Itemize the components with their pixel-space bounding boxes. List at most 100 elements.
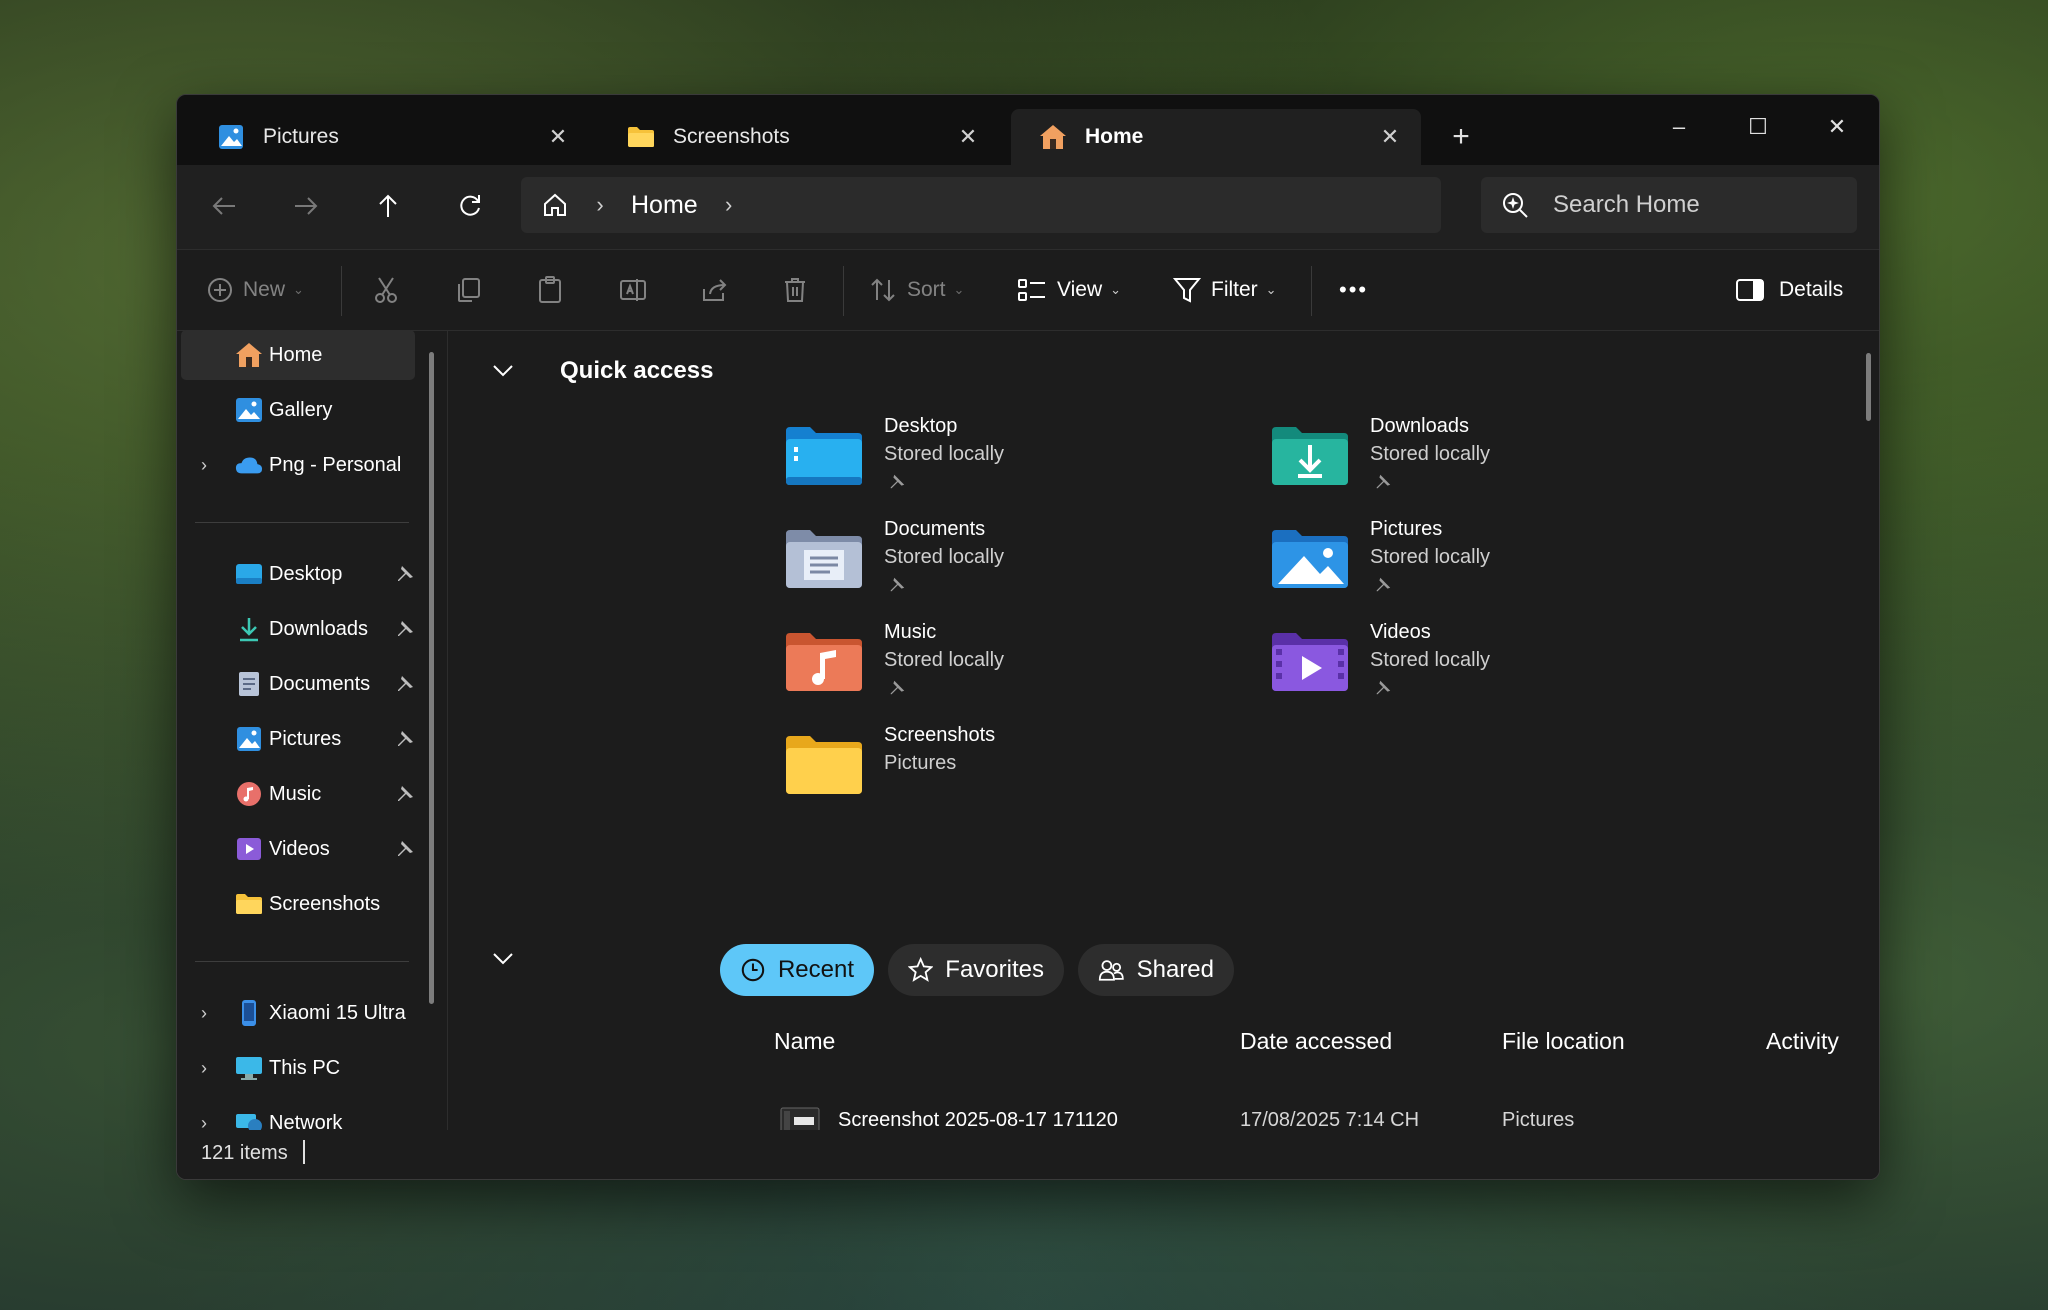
music-icon — [235, 780, 263, 808]
rename-button[interactable] — [619, 268, 647, 312]
tab-label: Pictures — [263, 125, 339, 148]
item-subtitle: Stored locally — [1370, 546, 1491, 568]
copy-button[interactable] — [455, 268, 481, 312]
pin-icon[interactable] — [395, 729, 415, 749]
pin-icon[interactable] — [888, 576, 906, 594]
sidebar-item-downloads[interactable]: Downloads — [181, 604, 415, 654]
quick-access-music[interactable]: Music Stored locally — [784, 621, 1204, 717]
content-scrollbar[interactable] — [1866, 353, 1871, 421]
sidebar-item-desktop[interactable]: Desktop — [181, 549, 415, 599]
sidebar-scrollbar[interactable] — [429, 352, 434, 1004]
more-options-button[interactable]: ••• — [1339, 268, 1368, 312]
sidebar-item-screenshots[interactable]: Screenshots — [181, 879, 415, 929]
chevron-down-icon[interactable] — [488, 356, 518, 386]
sidebar-item-network[interactable]: › Network — [181, 1098, 415, 1130]
column-header-name[interactable]: Name — [774, 1028, 835, 1055]
up-button[interactable] — [363, 181, 413, 231]
quick-access-screenshots[interactable]: Screenshots Pictures — [784, 724, 1204, 820]
chevron-right-icon[interactable]: › — [585, 192, 615, 218]
pin-icon[interactable] — [888, 679, 906, 697]
maximize-button[interactable]: ☐ — [1728, 107, 1788, 147]
quick-access-desktop[interactable]: Desktop Stored locally — [784, 415, 1204, 511]
minimize-button[interactable]: – — [1649, 107, 1709, 147]
forward-button[interactable] — [281, 181, 331, 231]
sidebar-item-phone[interactable]: › Xiaomi 15 Ultra — [181, 988, 415, 1038]
chevron-right-icon[interactable]: › — [201, 455, 207, 476]
quick-access-downloads[interactable]: Downloads Stored locally — [1270, 415, 1690, 511]
chevron-right-icon[interactable]: › — [201, 1003, 207, 1024]
refresh-button[interactable] — [445, 181, 495, 231]
sidebar-item-home[interactable]: Home — [181, 330, 415, 380]
search-input[interactable]: Search Home — [1553, 191, 1700, 219]
sidebar-item-pictures[interactable]: Pictures — [181, 714, 415, 764]
sidebar-item-onedrive[interactable]: › Png - Personal — [181, 440, 415, 490]
item-name: Pictures — [1370, 518, 1443, 540]
delete-button[interactable] — [783, 268, 807, 312]
chevron-right-icon[interactable]: › — [714, 192, 744, 218]
downloads-folder-icon — [1272, 427, 1348, 485]
tab-home[interactable]: Home ✕ — [1011, 109, 1421, 165]
chevron-down-icon: ⌄ — [953, 282, 965, 297]
chevron-right-icon[interactable]: › — [201, 1113, 207, 1131]
address-bar[interactable]: › Home › — [521, 177, 1441, 233]
tab-shared[interactable]: Shared — [1078, 944, 1234, 996]
item-subtitle: Stored locally — [884, 546, 1005, 568]
tab-screenshots[interactable]: Screenshots ✕ — [599, 109, 999, 165]
tab-pictures[interactable]: Pictures ✕ — [189, 109, 589, 165]
onedrive-icon — [235, 451, 263, 479]
close-icon[interactable]: ✕ — [1377, 124, 1403, 150]
paste-button[interactable] — [537, 268, 563, 312]
quick-access-header[interactable]: Quick access — [488, 356, 713, 386]
sidebar-item-documents[interactable]: Documents — [181, 659, 415, 709]
home-icon[interactable] — [525, 177, 585, 233]
pin-icon[interactable] — [888, 473, 906, 491]
cut-button[interactable] — [373, 268, 399, 312]
new-tab-button[interactable]: + — [1443, 119, 1479, 155]
pin-icon[interactable] — [1374, 679, 1392, 697]
sort-label: Sort — [907, 278, 946, 301]
tab-favorites[interactable]: Favorites — [888, 944, 1064, 996]
pin-icon[interactable] — [1374, 576, 1392, 594]
close-window-button[interactable]: ✕ — [1807, 107, 1867, 147]
pin-icon[interactable] — [395, 784, 415, 804]
chevron-right-icon[interactable]: › — [201, 1058, 207, 1079]
sidebar-item-this-pc[interactable]: › This PC — [181, 1043, 415, 1093]
sort-button[interactable]: Sort ⌄ — [869, 268, 964, 312]
scissors-icon — [375, 277, 397, 303]
item-subtitle: Stored locally — [1370, 649, 1491, 671]
column-header-location[interactable]: File location — [1502, 1028, 1625, 1055]
pictures-icon — [235, 725, 263, 753]
close-icon[interactable]: ✕ — [545, 124, 571, 150]
pin-icon[interactable] — [1374, 473, 1392, 491]
column-header-date[interactable]: Date accessed — [1240, 1028, 1392, 1055]
pin-icon[interactable] — [395, 674, 415, 694]
chevron-down-icon: ⌄ — [1110, 282, 1122, 297]
view-button[interactable]: View ⌄ — [1017, 268, 1121, 312]
pin-icon[interactable] — [395, 839, 415, 859]
pin-icon[interactable] — [395, 564, 415, 584]
breadcrumb-home[interactable]: Home — [615, 191, 714, 220]
quick-access-videos[interactable]: Videos Stored locally — [1270, 621, 1690, 717]
sidebar-item-label: Png - Personal — [269, 453, 402, 476]
copy-icon — [458, 278, 480, 302]
sidebar-item-music[interactable]: Music — [181, 769, 415, 819]
pin-icon[interactable] — [395, 619, 415, 639]
plus-circle-icon — [208, 278, 232, 302]
details-button[interactable]: Details — [1735, 268, 1843, 312]
back-button[interactable] — [199, 181, 249, 231]
tab-label: Screenshots — [673, 125, 790, 148]
sidebar-item-videos[interactable]: Videos — [181, 824, 415, 874]
sidebar-item-label: Music — [269, 782, 322, 805]
search-box[interactable]: Search Home — [1481, 177, 1857, 233]
quick-access-pictures[interactable]: Pictures Stored locally — [1270, 518, 1690, 614]
close-icon[interactable]: ✕ — [955, 124, 981, 150]
sidebar-item-label: Desktop — [269, 562, 343, 585]
filter-button[interactable]: Filter ⌄ — [1173, 268, 1277, 312]
folder-icon — [786, 736, 862, 794]
new-button[interactable]: New ⌄ — [207, 268, 304, 312]
share-button[interactable] — [701, 268, 729, 312]
sidebar-item-gallery[interactable]: Gallery — [181, 385, 415, 435]
column-header-activity[interactable]: Activity — [1766, 1028, 1839, 1055]
tab-recent[interactable]: Recent — [720, 944, 874, 996]
quick-access-documents[interactable]: Documents Stored locally — [784, 518, 1204, 614]
